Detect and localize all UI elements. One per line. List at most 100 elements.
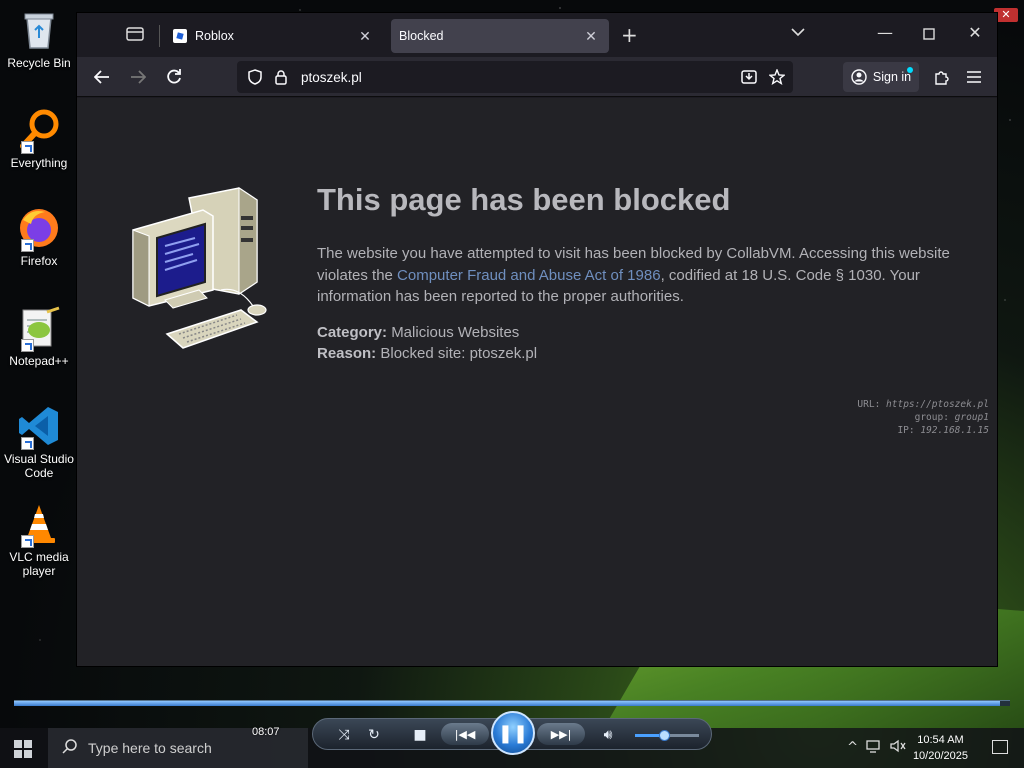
hamburger-menu-icon[interactable] bbox=[961, 64, 987, 90]
previous-track-icon[interactable]: |◀◀ bbox=[441, 723, 489, 745]
media-seek-bar[interactable] bbox=[14, 700, 1010, 706]
firefox-icon bbox=[17, 206, 61, 252]
tech-ip-value: 192.168.1.15 bbox=[920, 425, 989, 436]
back-arrow-icon[interactable] bbox=[89, 64, 115, 90]
reason-value: Blocked site: ptoszek.pl bbox=[380, 345, 538, 362]
volume-slider[interactable] bbox=[635, 730, 699, 741]
desktop-icon-vscode[interactable]: Visual Studio Code bbox=[2, 404, 76, 480]
tech-group-row: group: group1 bbox=[857, 411, 989, 424]
shortcut-arrow-icon bbox=[21, 141, 34, 154]
desktop-icon-everything[interactable]: Everything bbox=[2, 108, 76, 170]
tab-title: Blocked bbox=[399, 29, 444, 43]
playback-time: 08:07 bbox=[252, 726, 280, 738]
pause-icon[interactable]: ❚❚ bbox=[491, 711, 535, 755]
tab-close-icon[interactable]: ✕ bbox=[581, 28, 601, 45]
tab-roblox[interactable]: Roblox ✕ bbox=[163, 19, 383, 53]
account-icon bbox=[851, 69, 867, 85]
close-window-icon[interactable]: ✕ bbox=[953, 23, 997, 47]
sign-in-label: Sign in bbox=[872, 70, 912, 84]
lock-icon[interactable] bbox=[271, 67, 291, 87]
tab-close-icon[interactable]: ✕ bbox=[355, 28, 375, 45]
category-row: Category: Malicious Websites bbox=[317, 322, 537, 343]
network-icon[interactable] bbox=[866, 739, 882, 757]
desktop-icon-label: VLC media player bbox=[9, 550, 69, 578]
desktop-icon-label: Everything bbox=[10, 156, 68, 170]
sign-in-button[interactable]: Sign in bbox=[843, 62, 919, 92]
desktop-icon-vlc[interactable]: VLC media player bbox=[2, 502, 76, 578]
tracking-protection-shield-icon[interactable] bbox=[245, 67, 265, 87]
cfaa-link[interactable]: Computer Fraud and Abuse Act of 1986 bbox=[397, 267, 661, 284]
list-all-tabs-chevron-icon[interactable] bbox=[791, 25, 805, 41]
shortcut-arrow-icon bbox=[21, 535, 34, 548]
desktop-icon-label: Recycle Bin bbox=[7, 56, 71, 70]
vscode-icon bbox=[17, 404, 61, 450]
shuffle-icon[interactable]: ⤨ bbox=[333, 725, 355, 745]
retro-computer-illustration bbox=[129, 186, 279, 361]
volume-slider-knob[interactable] bbox=[658, 730, 670, 741]
tech-ip-row: IP: 192.168.1.15 bbox=[857, 424, 989, 437]
tab-separator bbox=[159, 25, 160, 47]
tab-strip: Roblox ✕ Blocked ✕ + — ✕ bbox=[77, 13, 997, 57]
media-player-controls: ⤨ ↻ ■ |◀◀ ❚❚ ▶▶| 🔊︎ bbox=[312, 711, 712, 755]
tab-blocked[interactable]: Blocked ✕ bbox=[391, 19, 609, 53]
seek-bar-fill bbox=[14, 701, 1001, 706]
clock-date: 10/20/2025 bbox=[912, 750, 968, 762]
firefox-view-icon[interactable] bbox=[125, 25, 147, 45]
technical-info: URL: https://ptoszek.pl group: group1 IP… bbox=[857, 398, 989, 437]
clock-time: 10:54 AM bbox=[917, 734, 964, 746]
tech-url-label: URL: bbox=[857, 399, 881, 410]
shortcut-arrow-icon bbox=[21, 239, 34, 252]
desktop-icon-firefox[interactable]: Firefox bbox=[2, 206, 76, 268]
desktop-icon-label: Visual Studio Code bbox=[4, 452, 74, 480]
category-label: Category: bbox=[317, 324, 388, 341]
tech-url-row: URL: https://ptoszek.pl bbox=[857, 398, 989, 411]
reload-icon[interactable] bbox=[161, 64, 187, 90]
vlc-cone-icon bbox=[17, 502, 61, 548]
next-track-icon[interactable]: ▶▶| bbox=[537, 723, 585, 745]
forward-arrow-icon[interactable] bbox=[125, 64, 151, 90]
reason-label: Reason: bbox=[317, 345, 377, 362]
tech-url-value: https://ptoszek.pl bbox=[886, 399, 989, 410]
volume-icon[interactable] bbox=[890, 739, 906, 757]
speaker-icon[interactable]: 🔊︎ bbox=[597, 725, 619, 745]
action-center-icon[interactable] bbox=[992, 740, 1008, 754]
recycle-bin-icon bbox=[17, 8, 61, 52]
address-bar[interactable]: ptoszek.pl bbox=[237, 61, 793, 93]
save-to-pocket-icon[interactable] bbox=[739, 67, 759, 87]
bookmark-star-icon[interactable] bbox=[767, 67, 787, 87]
notification-dot-icon bbox=[907, 67, 913, 73]
stop-icon[interactable]: ■ bbox=[409, 725, 431, 745]
desktop-icon-label: Notepad++ bbox=[9, 354, 69, 368]
blocked-page-content: This page has been blocked The website y… bbox=[77, 98, 997, 666]
navigation-toolbar: ptoszek.pl Sign in bbox=[77, 57, 997, 97]
tab-title: Roblox bbox=[195, 29, 234, 43]
blocked-description: The website you have attempted to visit … bbox=[317, 243, 997, 308]
desktop-icon-notepadpp[interactable]: Notepad++ bbox=[2, 306, 76, 368]
block-details: Category: Malicious Websites Reason: Blo… bbox=[317, 322, 537, 364]
reason-row: Reason: Blocked site: ptoszek.pl bbox=[317, 343, 537, 364]
page-title: This page has been blocked bbox=[317, 182, 731, 217]
new-tab-plus-icon[interactable]: + bbox=[621, 23, 638, 47]
tech-group-label: group: bbox=[914, 412, 949, 423]
everything-search-icon bbox=[17, 108, 61, 154]
shortcut-arrow-icon bbox=[21, 339, 34, 352]
windows-start-icon[interactable] bbox=[14, 740, 32, 758]
tech-group-value: group1 bbox=[954, 412, 989, 423]
extensions-puzzle-icon[interactable] bbox=[929, 64, 955, 90]
category-value: Malicious Websites bbox=[391, 324, 520, 341]
repeat-icon[interactable]: ↻ bbox=[363, 725, 385, 745]
desktop-icon-label: Firefox bbox=[20, 254, 58, 268]
search-placeholder: Type here to search bbox=[88, 740, 212, 756]
minimize-icon[interactable]: — bbox=[863, 23, 907, 47]
url-text: ptoszek.pl bbox=[301, 69, 362, 85]
desktop-icon-recycle-bin[interactable]: Recycle Bin bbox=[2, 8, 76, 70]
maximize-icon[interactable] bbox=[907, 23, 951, 47]
shortcut-arrow-icon bbox=[21, 437, 34, 450]
search-icon bbox=[62, 738, 78, 758]
roblox-favicon-icon bbox=[173, 29, 187, 43]
firefox-window: Roblox ✕ Blocked ✕ + — ✕ ptoszek.pl Sign… bbox=[76, 12, 998, 667]
notepadpp-icon bbox=[17, 306, 61, 352]
tray-chevron-up-icon[interactable]: ^ bbox=[847, 740, 858, 755]
tech-ip-label: IP: bbox=[897, 425, 915, 436]
taskbar-clock[interactable]: 10:54 AM 10/20/2025 bbox=[913, 732, 968, 764]
